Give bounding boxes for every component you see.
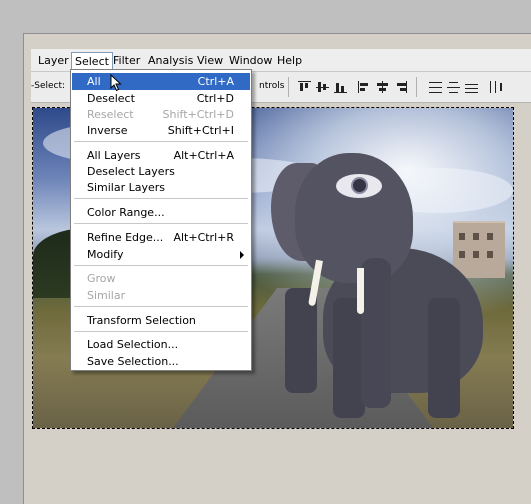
- menu-item-all-layers[interactable]: All Layers Alt+Ctrl+A: [72, 147, 250, 164]
- menu-help[interactable]: Help: [274, 53, 305, 68]
- submenu-arrow-icon: [240, 251, 244, 259]
- menu-item-label: Modify: [87, 248, 124, 261]
- menu-item-label: Load Selection...: [87, 338, 179, 351]
- align-top-icon[interactable]: [298, 81, 311, 93]
- menu-item-deselect[interactable]: Deselect Ctrl+D: [72, 90, 250, 107]
- menu-separator: [74, 265, 248, 266]
- menu-filter[interactable]: Filter: [110, 53, 143, 68]
- menu-item-load-selection[interactable]: Load Selection...: [72, 336, 250, 353]
- elephant-leg: [428, 298, 460, 418]
- align-hcenter-icon[interactable]: [376, 81, 389, 93]
- menu-item-shortcut: Ctrl+A: [197, 75, 234, 88]
- distribute-left-icon[interactable]: [489, 81, 502, 93]
- auto-select-label: -Select:: [31, 81, 66, 91]
- menu-separator: [74, 306, 248, 307]
- menu-item-reselect: Reselect Shift+Ctrl+D: [72, 106, 250, 123]
- menu-separator: [74, 198, 248, 199]
- menu-layer[interactable]: Layer: [35, 53, 72, 68]
- elephant-tusk: [357, 268, 364, 314]
- menu-item-shortcut: Alt+Ctrl+R: [173, 231, 234, 244]
- menu-item-label: Refine Edge...: [87, 231, 164, 244]
- ruined-building: [453, 221, 505, 278]
- show-controls-label: ntrols: [259, 81, 285, 91]
- menu-separator: [74, 223, 248, 224]
- align-vcenter-icon[interactable]: [316, 81, 329, 93]
- menu-item-label: Save Selection...: [87, 355, 179, 368]
- menu-item-label: Similar Layers: [87, 181, 166, 194]
- menu-item-shortcut: Shift+Ctrl+I: [167, 124, 234, 137]
- menu-item-grow: Grow: [72, 270, 250, 287]
- menu-item-modify[interactable]: Modify: [72, 246, 250, 263]
- menu-window[interactable]: Window: [226, 53, 275, 68]
- menu-item-shortcut: Ctrl+D: [196, 92, 234, 105]
- select-menu-dropdown: All Ctrl+A Deselect Ctrl+D Reselect Shif…: [70, 69, 252, 371]
- menu-analysis[interactable]: Analysis: [145, 53, 196, 68]
- menu-item-transform-selection[interactable]: Transform Selection: [72, 312, 250, 329]
- align-right-icon[interactable]: [394, 81, 407, 93]
- align-left-icon[interactable]: [358, 81, 371, 93]
- menu-separator: [74, 141, 248, 142]
- menu-item-label: All Layers: [87, 149, 141, 162]
- menu-item-label: Reselect: [87, 108, 134, 121]
- menu-separator: [74, 331, 248, 332]
- menu-item-shortcut: Alt+Ctrl+A: [173, 149, 234, 162]
- distribute-top-icon[interactable]: [429, 81, 442, 93]
- menu-item-inverse[interactable]: Inverse Shift+Ctrl+I: [72, 122, 250, 139]
- menu-item-similar: Similar: [72, 287, 250, 304]
- menu-item-all[interactable]: All Ctrl+A: [72, 73, 250, 90]
- menu-item-shortcut: Shift+Ctrl+D: [162, 108, 234, 121]
- menu-item-label: Deselect: [87, 92, 135, 105]
- elephant-head: [295, 153, 413, 283]
- menu-item-label: Similar: [87, 289, 126, 302]
- separator: [288, 77, 289, 97]
- menu-item-save-selection[interactable]: Save Selection...: [72, 353, 250, 370]
- align-bottom-icon[interactable]: [334, 81, 347, 93]
- elephant-trunk: [361, 258, 391, 408]
- menu-item-label: Grow: [87, 272, 116, 285]
- separator: [416, 77, 417, 97]
- menu-view[interactable]: View: [194, 53, 226, 68]
- menu-item-similar-layers[interactable]: Similar Layers: [72, 179, 250, 196]
- menu-item-refine-edge[interactable]: Refine Edge... Alt+Ctrl+R: [72, 229, 250, 246]
- arrow-cursor-icon: [110, 74, 122, 92]
- menu-item-label: Inverse: [87, 124, 128, 137]
- menu-item-deselect-layers[interactable]: Deselect Layers: [72, 163, 250, 180]
- menu-item-label: All: [87, 75, 101, 88]
- distribute-bottom-icon[interactable]: [465, 81, 478, 93]
- distribute-vcenter-icon[interactable]: [447, 81, 460, 93]
- menu-item-label: Transform Selection: [87, 314, 196, 327]
- menu-item-label: Deselect Layers: [87, 165, 175, 178]
- menu-item-label: Color Range...: [87, 206, 165, 219]
- elephant-iris: [351, 177, 368, 194]
- menu-item-color-range[interactable]: Color Range...: [72, 204, 250, 221]
